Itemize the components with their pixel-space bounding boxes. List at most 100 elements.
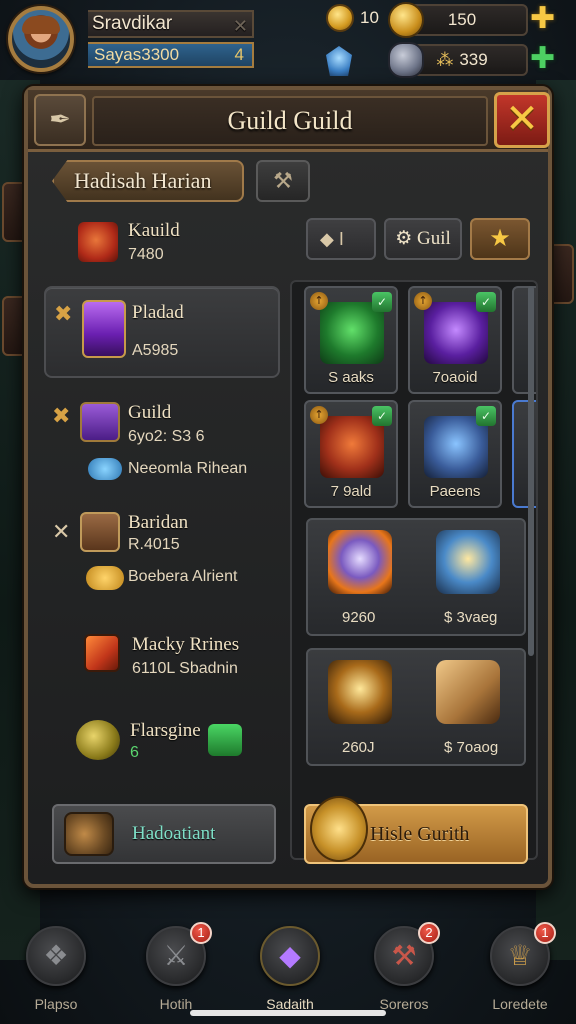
guild-action-left-button[interactable]: Hadoatiant bbox=[52, 804, 276, 864]
list-item-selected[interactable]: ✖ Pladad A5985 bbox=[44, 286, 280, 378]
list-item[interactable]: ✕ Baridan R.4015 Boebera Alrient bbox=[44, 506, 280, 608]
upgrade-badge-icon: ✓ bbox=[476, 292, 496, 312]
ore-symbol-icon: ⁂ bbox=[436, 50, 454, 69]
list-item-subtitle: Boebera Alrient bbox=[128, 568, 238, 585]
list-item-value: 6110L Sbadnin bbox=[132, 660, 238, 677]
reward-card-label: S aaks bbox=[328, 369, 374, 386]
filter-guild-button[interactable]: ⚙ Guil bbox=[384, 218, 462, 260]
home-indicator[interactable] bbox=[190, 1010, 386, 1016]
shield-emblem-icon bbox=[328, 530, 392, 594]
ore-add-icon[interactable]: ✚ bbox=[530, 44, 560, 76]
reward-card[interactable]: ✓ Paeens bbox=[408, 400, 502, 508]
bundle-value-right: $ 3vaeg bbox=[444, 609, 498, 626]
guild-action-right-button[interactable]: Hisle Gurith bbox=[304, 796, 528, 864]
green-gem-icon bbox=[208, 724, 242, 756]
avatar-hair bbox=[22, 16, 60, 34]
filter-favorite-button[interactable]: ★ bbox=[470, 218, 530, 260]
guild-action-left-label: Hadoatiant bbox=[132, 823, 216, 844]
list-item[interactable]: ✖ Guild 6yo2: S3 6 Neeomla Rihean bbox=[44, 396, 280, 496]
list-item[interactable]: Flarsgine 6 bbox=[44, 710, 280, 780]
list-item[interactable]: Kauild 7480 bbox=[44, 216, 280, 282]
guild-list: Kauild 7480 ✖ Pladad A5985 ✖ Guild 6yo2:… bbox=[44, 210, 284, 810]
purple-shield-icon bbox=[82, 300, 126, 358]
treasure-pot-icon bbox=[78, 222, 118, 262]
filter-shop-button[interactable]: ◆ I bbox=[306, 218, 376, 260]
panel-title: Guild Guild bbox=[92, 96, 488, 146]
bronze-emblem-icon bbox=[80, 512, 120, 552]
bottom-navigation: ❖ Plapso ⚔ 1 Hotih ◆ Sadaith ⚒ 2 Soreros… bbox=[0, 910, 576, 1024]
player-name-bar: Sravdikar ✕ bbox=[88, 10, 254, 38]
weapons-bundle-icon bbox=[64, 812, 114, 856]
reward-card[interactable]: ↑ ✓ S aaks bbox=[304, 286, 398, 394]
reward-grid: ↑ ✓ S aaks ↑ ✓ 7oaoid ↑ ✓ 7 9ald ✓ Paeen… bbox=[290, 280, 538, 860]
tools-icon[interactable]: ⚒ bbox=[256, 160, 310, 202]
bundle-value-left: 260J bbox=[342, 739, 375, 756]
reward-card[interactable]: ↑ ✓ 7oaoid bbox=[408, 286, 502, 394]
guild-action-right-label: Hisle Gurith bbox=[370, 823, 470, 845]
nav-item-shop[interactable]: ◆ Sadaith bbox=[250, 920, 330, 1016]
gold-resource-bar: 150 bbox=[388, 2, 528, 38]
player-level: 4 bbox=[234, 45, 244, 64]
upgrade-badge-icon: ✓ bbox=[476, 406, 496, 426]
nav-item-home[interactable]: ❖ Plapso bbox=[16, 920, 96, 1016]
list-item-value: 6yo2: S3 6 bbox=[128, 428, 205, 445]
stone-beast-icon: ❖ bbox=[26, 926, 86, 986]
golden-sun-icon bbox=[310, 796, 368, 862]
nav-item-guild[interactable]: ♕ 1 Loredete bbox=[480, 920, 560, 1016]
gold-value: 150 bbox=[447, 10, 477, 29]
purple-emblem-icon bbox=[80, 402, 120, 442]
notification-badge: 2 bbox=[418, 922, 440, 944]
list-item-title: Kauild bbox=[128, 220, 180, 241]
upgrade-badge-icon: ✓ bbox=[372, 406, 392, 426]
blue-potion-icon bbox=[88, 458, 122, 480]
list-item-title: Baridan bbox=[128, 512, 189, 533]
list-item[interactable]: Macky Rrines 6110L Sbadnin bbox=[44, 624, 280, 694]
list-item-title: Macky Rrines bbox=[132, 634, 240, 655]
bundle-value-left: 9260 bbox=[342, 609, 376, 626]
notification-badge: 1 bbox=[534, 922, 556, 944]
reward-card-label: Paeens bbox=[429, 483, 481, 500]
nav-label: Plapso bbox=[34, 996, 78, 1012]
list-item-title: Pladad bbox=[132, 302, 184, 323]
level-badge-icon: ↑ bbox=[310, 406, 328, 424]
list-item-subtitle: Neeomla Rihean bbox=[128, 460, 248, 477]
player-avatar[interactable] bbox=[8, 6, 74, 72]
panel-header: ✒ Guild Guild ✕ bbox=[28, 90, 550, 152]
player-name-close-icon[interactable]: ✕ bbox=[233, 14, 248, 38]
player-subtitle: Sayas3300 bbox=[94, 45, 180, 64]
list-item-value: 6 bbox=[130, 744, 139, 761]
small-coin-value: 10 bbox=[360, 8, 379, 27]
bundle-value-right: $ 7oaog bbox=[444, 739, 499, 756]
top-hud: Sravdikar ✕ Sayas3300 4 10 150 ✚ ⁂ 339 ✚ bbox=[0, 0, 576, 82]
nav-item-heroes[interactable]: ⚒ 2 Soreros bbox=[364, 920, 444, 1016]
small-coin-icon bbox=[326, 4, 354, 32]
list-item-value: A5985 bbox=[132, 342, 179, 359]
reward-card-label: 7 9ald bbox=[330, 483, 372, 500]
red-crate-icon bbox=[84, 634, 120, 672]
golden-compass-icon bbox=[328, 660, 392, 724]
guild-panel: ✒ Guild Guild ✕ Hadisah Harian ⚒ Kauild … bbox=[24, 86, 552, 888]
nav-item-battle[interactable]: ⚔ 1 Hotih bbox=[136, 920, 216, 1016]
scroll-icon[interactable]: ✒ bbox=[34, 94, 86, 146]
list-item-title: Guild bbox=[128, 402, 172, 423]
tab-daily-missions[interactable]: Hadisah Harian bbox=[52, 160, 244, 202]
list-item-value: R.4015 bbox=[128, 536, 180, 553]
purple-crystal-icon: ◆ bbox=[260, 926, 320, 986]
upgrade-badge-icon: ✓ bbox=[372, 292, 392, 312]
gold-add-icon[interactable]: ✚ bbox=[530, 4, 560, 36]
reward-card-partial[interactable] bbox=[512, 286, 536, 394]
filter-guild-label: Guil bbox=[417, 228, 451, 249]
reward-card-partial[interactable] bbox=[512, 400, 536, 508]
ore-value: 339 bbox=[459, 50, 488, 69]
reward-bundle-card[interactable]: 9260 $ 3vaeg bbox=[306, 518, 526, 636]
level-badge-icon: ↑ bbox=[310, 292, 328, 310]
gold-coin-icon bbox=[388, 2, 424, 38]
reward-card[interactable]: ↑ ✓ 7 9ald bbox=[304, 400, 398, 508]
player-xp-bar: Sayas3300 4 bbox=[88, 42, 254, 68]
gold-barrel-icon bbox=[76, 720, 120, 760]
close-button[interactable]: ✕ bbox=[494, 92, 550, 148]
ore-icon bbox=[388, 42, 424, 78]
grid-scrollbar[interactable] bbox=[528, 286, 534, 656]
blue-gem-icon[interactable] bbox=[326, 46, 352, 76]
reward-bundle-card[interactable]: 260J $ 7oaog bbox=[306, 648, 526, 766]
